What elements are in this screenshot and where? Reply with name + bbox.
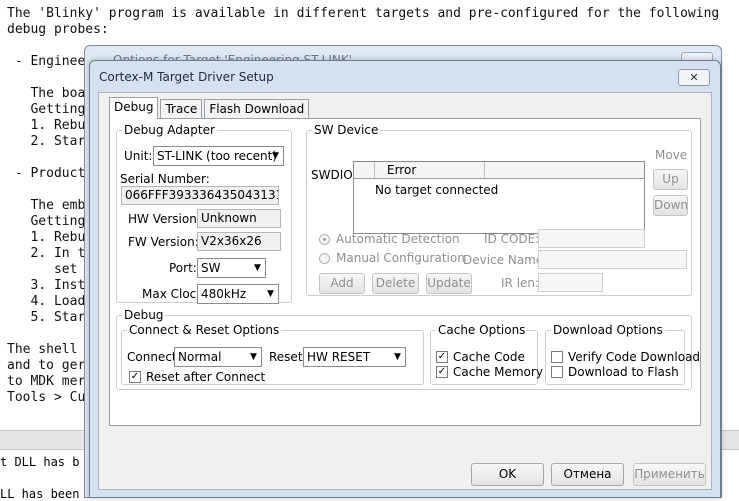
column-header-error: Error <box>375 162 485 178</box>
tab-trace[interactable]: Trace <box>160 99 203 119</box>
delete-button[interactable]: Delete <box>372 273 419 294</box>
device-name-label: Device Name: <box>463 253 548 267</box>
connect-select[interactable]: Normal ▼ <box>174 347 262 367</box>
reset-after-connect-label: Reset after Connect <box>146 370 266 384</box>
checkmark-icon: ✓ <box>436 351 448 363</box>
column-header <box>485 162 644 178</box>
max-clock-value: 480kHz <box>201 287 247 301</box>
ir-len-label: IR len: <box>501 276 540 290</box>
chevron-down-icon: ▼ <box>272 151 279 161</box>
verify-code-download-checkbox[interactable]: Verify Code Download <box>551 350 700 364</box>
debug-adapter-group: Debug Adapter Unit: ST-LINK (too recent)… <box>116 123 292 304</box>
chevron-down-icon: ▼ <box>250 352 257 362</box>
port-label: Port: <box>169 261 197 275</box>
up-button[interactable]: Up <box>653 169 688 190</box>
output-line: t DLL has b <box>0 455 80 469</box>
cache-options-group: Cache Options ✓ Cache Code ✓ Cache Memor… <box>430 323 543 385</box>
tab-bar: Debug Trace Flash Download <box>109 97 311 119</box>
verify-code-download-label: Verify Code Download <box>568 350 701 364</box>
dialog-title: Cortex-M Target Driver Setup <box>99 70 274 84</box>
id-code-field[interactable] <box>538 229 645 248</box>
unit-label: Unit: <box>124 149 153 163</box>
connect-value: Normal <box>178 350 222 364</box>
checkbox-icon <box>551 366 563 378</box>
download-to-flash-label: Download to Flash <box>568 365 679 379</box>
unit-value: ST-LINK (too recent) <box>157 149 277 163</box>
readme-line: debug probes: <box>7 22 109 37</box>
table-row: No target connected <box>375 183 499 197</box>
apply-button[interactable]: Применить <box>633 463 706 486</box>
serial-number-field: 066FFF393336435043131026 <box>121 186 279 205</box>
checkmark-icon: ✓ <box>436 366 448 378</box>
move-label: Move <box>655 148 688 162</box>
target-driver-setup-dialog: Cortex-M Target Driver Setup ✕ Debug Tra… <box>89 60 721 498</box>
checkmark-icon: ✓ <box>129 371 141 383</box>
id-code-label: ID CODE: <box>484 232 540 246</box>
tab-flash-download[interactable]: Flash Download <box>204 99 310 119</box>
cache-memory-checkbox[interactable]: ✓ Cache Memory <box>436 365 543 379</box>
device-name-field[interactable] <box>538 250 687 269</box>
radio-dot-icon <box>319 233 330 245</box>
reset-value: HW RESET <box>307 350 371 364</box>
chevron-down-icon: ▼ <box>394 352 401 362</box>
unit-select[interactable]: ST-LINK (too recent) ▼ <box>153 146 284 166</box>
reset-label: Reset: <box>269 350 307 364</box>
sw-device-table[interactable]: Error No target connected <box>353 161 645 234</box>
cache-code-checkbox[interactable]: ✓ Cache Code <box>436 350 525 364</box>
ir-len-field[interactable] <box>538 273 603 292</box>
reset-select[interactable]: HW RESET ▼ <box>303 347 406 367</box>
max-clock-select[interactable]: 480kHz ▼ <box>197 284 279 304</box>
ok-button[interactable]: OK <box>471 463 544 486</box>
sw-device-legend: SW Device <box>314 123 379 137</box>
chevron-down-icon: ▼ <box>267 289 274 299</box>
down-button[interactable]: Down <box>653 195 688 216</box>
update-button[interactable]: Update <box>426 273 472 294</box>
hw-version-field: Unknown <box>197 209 281 228</box>
dialog-client: Debug Trace Flash Download Debug Adapter… <box>98 92 712 490</box>
column-header <box>354 162 375 178</box>
fw-version-field: V2x36x26 <box>197 232 281 251</box>
automatic-detection-radio[interactable]: Automatic Detection <box>319 232 460 246</box>
table-header: Error <box>354 162 644 179</box>
sw-device-group: SW Device SWDIO Error No target connecte… <box>306 123 692 296</box>
fw-version-label: FW Version: <box>128 235 199 249</box>
cache-memory-label: Cache Memory <box>453 365 543 379</box>
chevron-down-icon: ▼ <box>254 263 261 273</box>
close-button[interactable]: ✕ <box>678 69 710 86</box>
debug-legend: Debug <box>124 308 164 322</box>
port-select[interactable]: SW ▼ <box>197 258 266 278</box>
cache-options-legend: Cache Options <box>438 323 526 337</box>
radio-dot-icon <box>319 252 330 264</box>
checkbox-icon <box>551 351 563 363</box>
debug-adapter-legend: Debug Adapter <box>124 123 215 137</box>
readme-line: The 'Blinky' program is available in dif… <box>7 6 720 21</box>
automatic-detection-label: Automatic Detection <box>336 232 460 246</box>
download-options-group: Download Options Verify Code Download Do… <box>545 323 700 385</box>
debug-group: Debug Connect & Reset Options Connect: N… <box>116 308 700 390</box>
close-icon: ✕ <box>689 71 699 84</box>
output-line: LL has been <box>0 487 80 501</box>
port-value: SW <box>201 261 221 275</box>
debug-tab-panel: Debug Adapter Unit: ST-LINK (too recent)… <box>109 118 701 426</box>
cache-code-label: Cache Code <box>453 350 525 364</box>
connect-label: Connect: <box>127 350 181 364</box>
download-to-flash-checkbox[interactable]: Download to Flash <box>551 365 679 379</box>
connect-reset-legend: Connect & Reset Options <box>129 323 280 337</box>
reset-after-connect-checkbox[interactable]: ✓ Reset after Connect <box>129 370 265 384</box>
manual-configuration-radio[interactable]: Manual Configuration <box>319 251 465 265</box>
swdio-label: SWDIO <box>311 168 353 182</box>
cancel-button[interactable]: Отмена <box>551 463 624 486</box>
add-button[interactable]: Add <box>319 273 365 294</box>
download-options-legend: Download Options <box>553 323 663 337</box>
tab-debug[interactable]: Debug <box>109 97 159 119</box>
manual-configuration-label: Manual Configuration <box>336 251 465 265</box>
connect-reset-group: Connect & Reset Options Connect: Normal … <box>121 323 424 385</box>
serial-number-label: Serial Number: <box>120 172 210 186</box>
hw-version-label: HW Version: <box>128 212 201 226</box>
